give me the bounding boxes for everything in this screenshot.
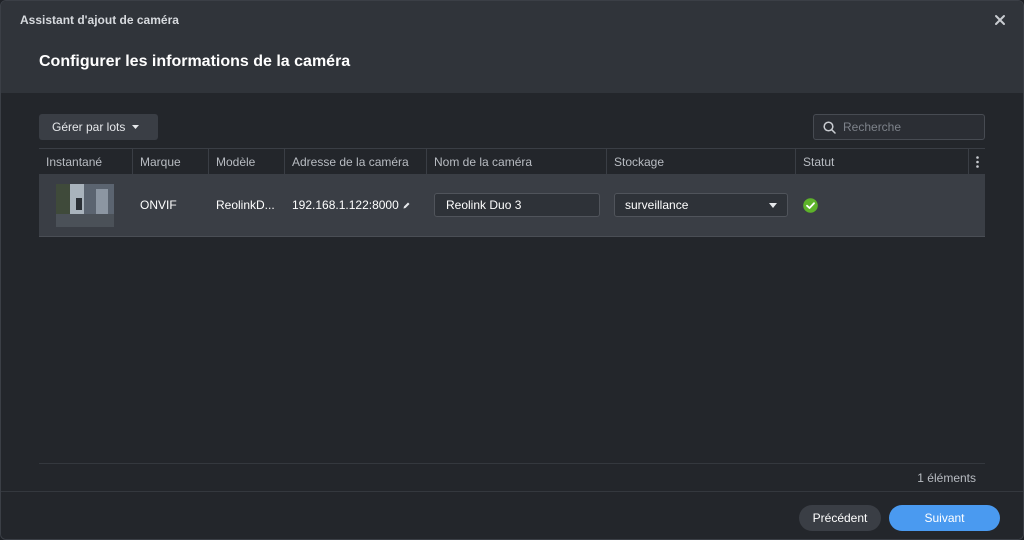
item-count: 1 éléments [917, 471, 976, 485]
search-box[interactable] [813, 114, 985, 140]
status-ok-icon [803, 197, 818, 213]
more-vertical-icon [975, 156, 979, 168]
column-header-status[interactable]: Statut [796, 149, 969, 175]
table-footer-divider [39, 463, 985, 464]
column-header-model[interactable]: Modèle [209, 149, 285, 175]
close-icon [995, 15, 1005, 25]
row-spacer [969, 174, 985, 237]
page-title: Configurer les informations de la caméra [39, 53, 351, 70]
column-menu-button[interactable] [969, 149, 985, 175]
search-input[interactable] [843, 120, 983, 134]
next-button[interactable]: Suivant [889, 505, 1000, 531]
table-row[interactable]: ONVIF ReolinkD... 192.168.1.122:8000 sur… [39, 174, 985, 237]
previous-button[interactable]: Précédent [799, 505, 881, 531]
close-button[interactable] [991, 11, 1009, 29]
table-header: Instantané Marque Modèle Adresse de la c… [39, 148, 985, 175]
storage-cell: surveillance [607, 174, 796, 237]
name-cell [427, 174, 607, 237]
window-title: Assistant d'ajout de caméra [20, 13, 179, 27]
search-icon [823, 120, 836, 134]
batch-manage-label: Gérer par lots [52, 120, 126, 134]
storage-selected-value: surveillance [625, 198, 689, 212]
address-cell[interactable]: 192.168.1.122:8000 [285, 174, 427, 237]
camera-snapshot-thumbnail [56, 183, 114, 227]
address-text: 192.168.1.122:8000 [292, 198, 399, 212]
snapshot-cell [39, 174, 133, 237]
caret-down-icon [132, 125, 140, 129]
column-header-name[interactable]: Nom de la caméra [427, 149, 607, 175]
brand-cell: ONVIF [140, 198, 177, 212]
column-header-snapshot[interactable]: Instantané [39, 149, 133, 175]
wizard-footer: Précédent Suivant [1, 491, 1023, 539]
camera-table: Instantané Marque Modèle Adresse de la c… [39, 148, 985, 237]
column-header-address[interactable]: Adresse de la caméra [285, 149, 427, 175]
status-cell [796, 174, 969, 237]
batch-manage-button[interactable]: Gérer par lots [39, 114, 158, 140]
column-header-brand[interactable]: Marque [133, 149, 209, 175]
caret-down-icon [769, 202, 777, 208]
model-cell: ReolinkD... [216, 198, 275, 212]
camera-wizard-window: Assistant d'ajout de caméra Configurer l… [0, 0, 1024, 540]
column-header-storage[interactable]: Stockage [607, 149, 796, 175]
storage-select[interactable]: surveillance [614, 193, 788, 217]
wizard-header: Assistant d'ajout de caméra Configurer l… [1, 1, 1023, 93]
camera-name-input[interactable] [434, 193, 600, 217]
edit-pencil-icon[interactable] [403, 202, 410, 209]
snapshot-image [56, 183, 114, 227]
